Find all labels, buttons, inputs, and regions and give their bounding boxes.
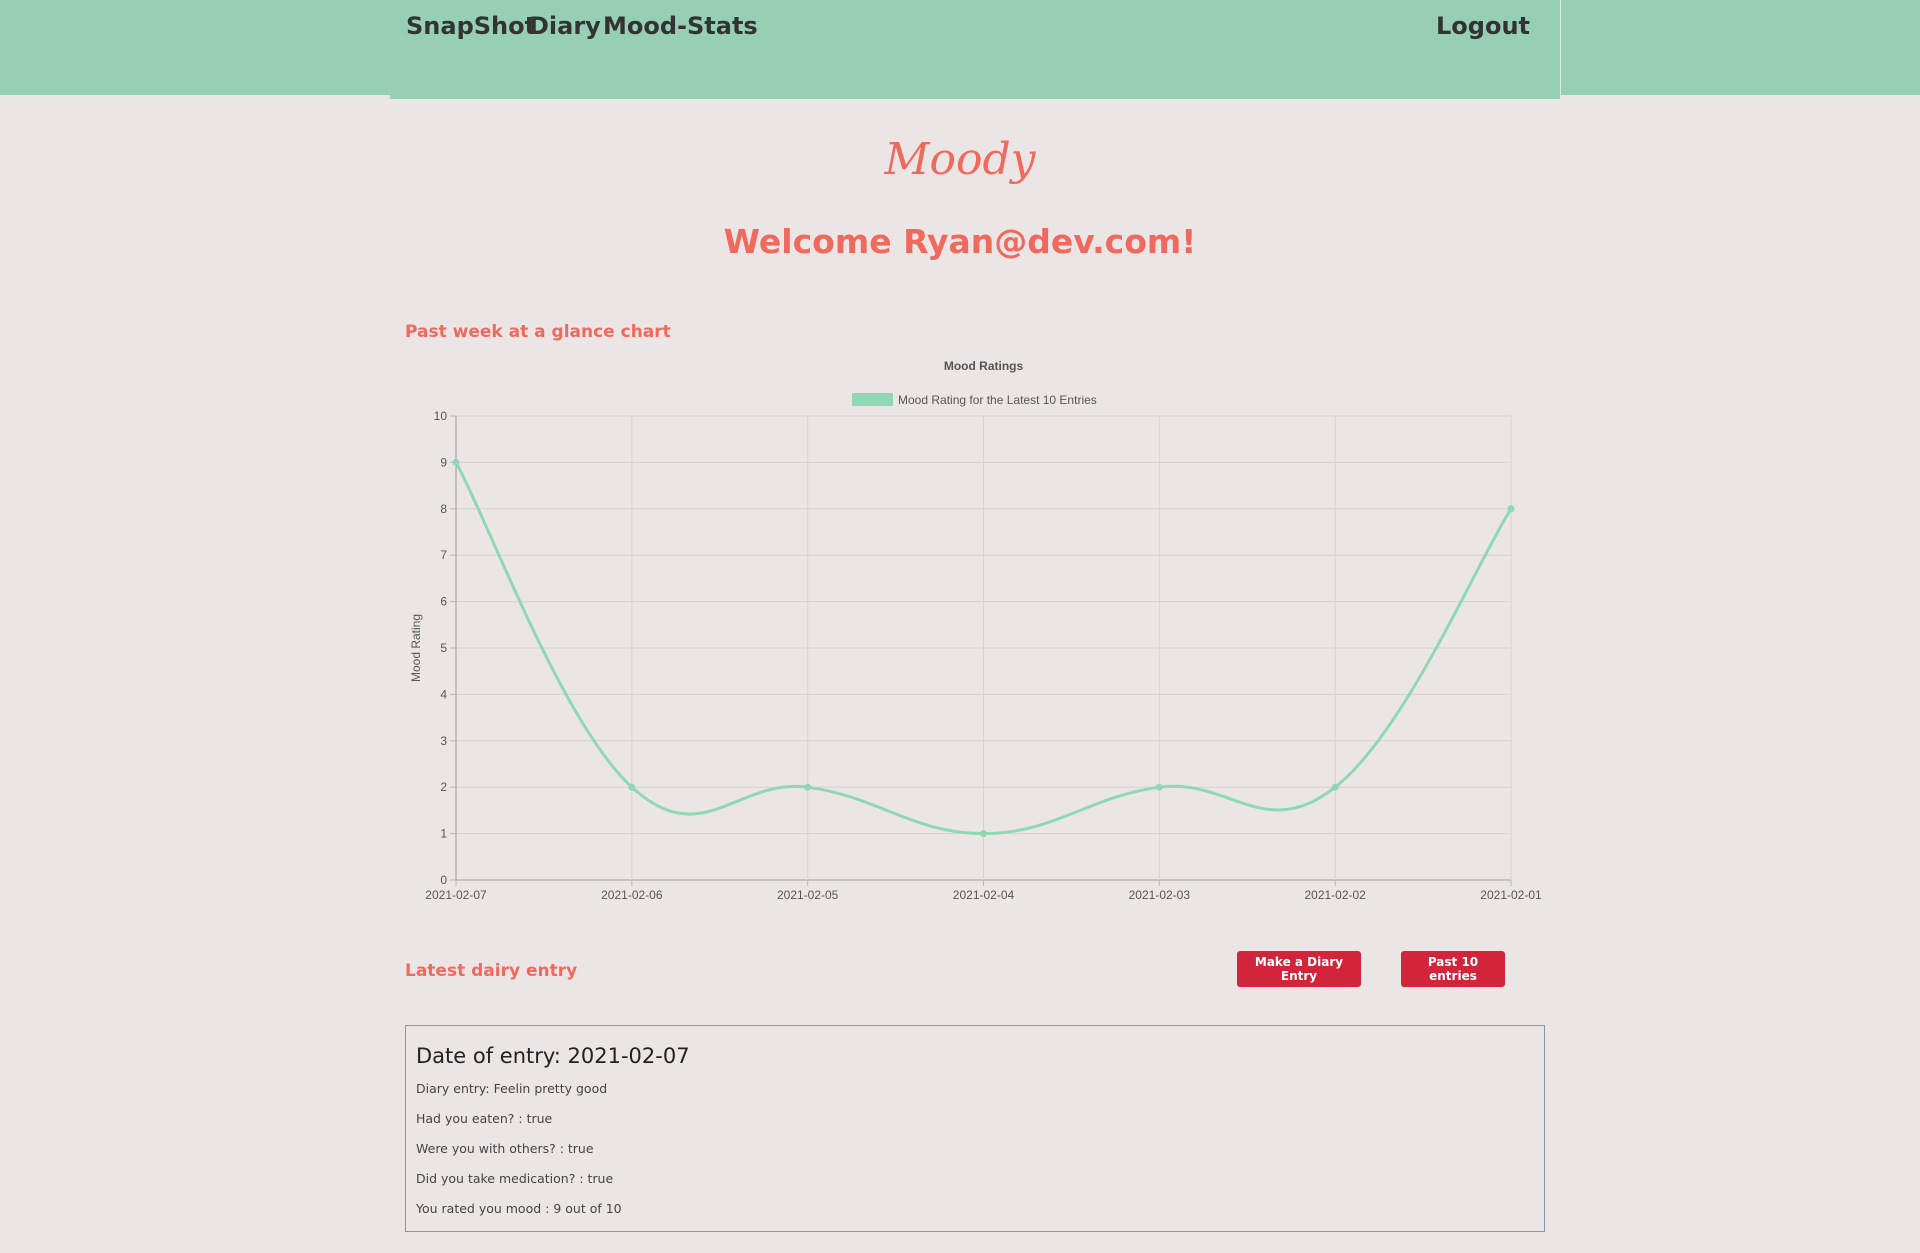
y-tick-label: 4 bbox=[440, 687, 447, 701]
brand-title: Moody bbox=[884, 134, 1036, 185]
x-tick-label: 2021-02-06 bbox=[601, 888, 663, 902]
entry-mood-rating: You rated you mood : 9 out of 10 bbox=[416, 1201, 622, 1216]
legend-label: Mood Rating for the Latest 10 Entries bbox=[898, 393, 1097, 407]
y-tick-label: 0 bbox=[440, 873, 447, 887]
x-tick-label: 2021-02-07 bbox=[425, 888, 487, 902]
x-tick-label: 2021-02-05 bbox=[777, 888, 839, 902]
welcome-heading: Welcome Ryan@dev.com! bbox=[723, 222, 1197, 261]
past-entries-button[interactable]: Past 10 entries bbox=[1401, 951, 1505, 987]
data-point bbox=[452, 458, 460, 466]
y-tick-label: 8 bbox=[440, 502, 447, 516]
logout-link[interactable]: Logout bbox=[1436, 12, 1530, 40]
navbar: SnapShot Diary Mood-Stats Logout bbox=[390, 0, 1560, 99]
entry-with-others: Were you with others? : true bbox=[416, 1141, 594, 1156]
y-tick-label: 7 bbox=[440, 548, 447, 562]
data-point bbox=[980, 830, 987, 838]
header-band-right bbox=[1560, 0, 1920, 95]
entry-medication: Did you take medication? : true bbox=[416, 1171, 614, 1186]
x-tick-label: 2021-02-04 bbox=[953, 888, 1015, 902]
nav-link-diary[interactable]: Diary bbox=[529, 12, 601, 40]
entry-section-title: Latest dairy entry bbox=[405, 961, 578, 981]
y-tick-label: 2 bbox=[440, 780, 447, 794]
header-band-left bbox=[0, 0, 391, 95]
y-tick-label: 5 bbox=[440, 641, 447, 655]
x-tick-label: 2021-02-02 bbox=[1304, 888, 1366, 902]
entry-text: Diary entry: Feelin pretty good bbox=[416, 1081, 608, 1096]
legend-swatch bbox=[852, 393, 893, 406]
data-point bbox=[628, 783, 636, 791]
data-point bbox=[1507, 505, 1515, 513]
x-tick-label: 2021-02-03 bbox=[1129, 888, 1191, 902]
latest-entry-card: Date of entry: 2021-02-07 Diary entry: F… bbox=[405, 1025, 1545, 1232]
nav-link-mood-stats[interactable]: Mood-Stats bbox=[603, 12, 758, 40]
chart-section-title: Past week at a glance chart bbox=[405, 322, 671, 342]
y-tick-label: 6 bbox=[440, 595, 447, 609]
y-tick-label: 10 bbox=[434, 409, 448, 423]
mood-ratings-chart: Mood Ratings Mood Rating for the Latest 1… bbox=[409, 359, 1542, 902]
y-tick-label: 3 bbox=[440, 734, 447, 748]
data-point bbox=[1331, 783, 1339, 791]
y-tick-label: 1 bbox=[440, 827, 447, 841]
nav-link-snapshot[interactable]: SnapShot bbox=[406, 12, 536, 40]
chart-title: Mood Ratings bbox=[944, 359, 1024, 373]
entry-date: Date of entry: 2021-02-07 bbox=[416, 1044, 690, 1068]
y-tick-label: 9 bbox=[440, 455, 447, 469]
y-axis-label: Mood Rating bbox=[409, 614, 423, 682]
entry-eaten: Had you eaten? : true bbox=[416, 1111, 553, 1126]
x-tick-label: 2021-02-01 bbox=[1480, 888, 1542, 902]
make-diary-entry-button[interactable]: Make a Diary Entry bbox=[1237, 951, 1361, 987]
data-point bbox=[804, 783, 812, 791]
data-point bbox=[1155, 783, 1163, 791]
